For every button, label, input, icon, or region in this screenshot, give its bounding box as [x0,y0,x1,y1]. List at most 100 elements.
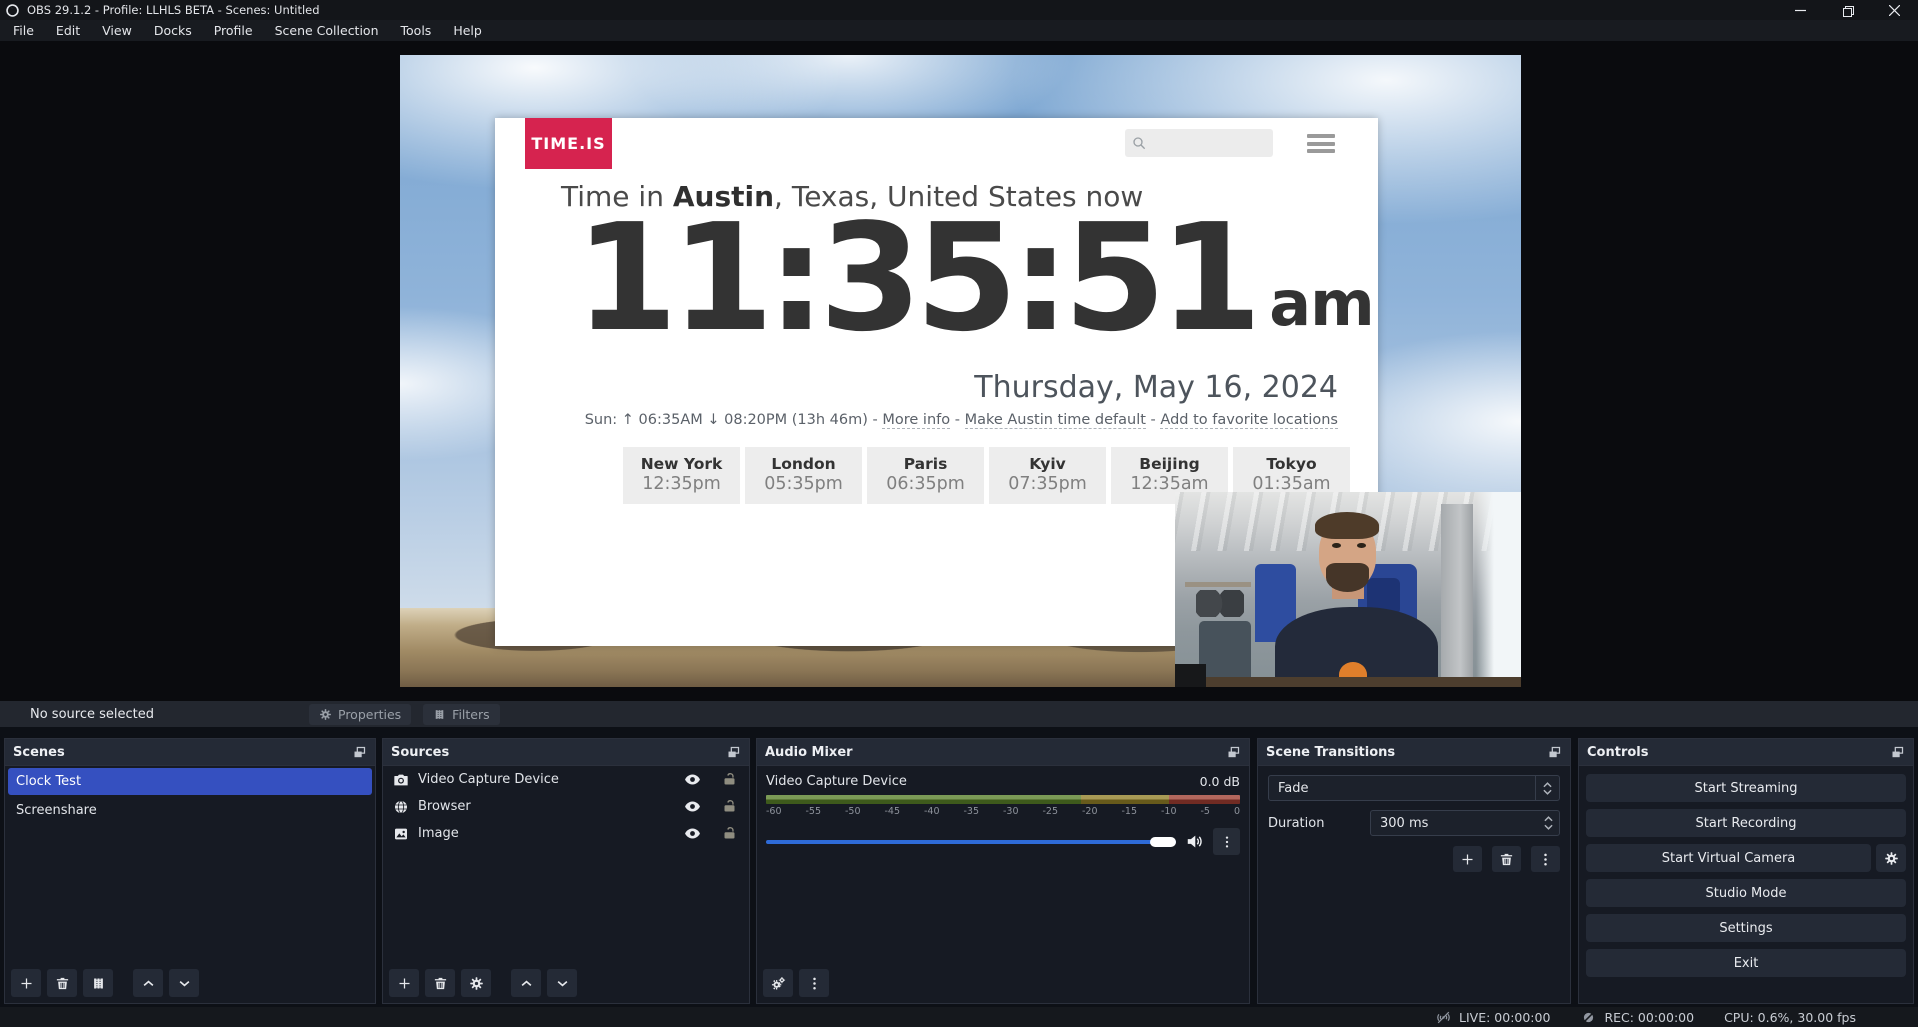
source-row-video-capture[interactable]: Video Capture Device [383,766,749,793]
dock-popout-icon[interactable] [1226,745,1241,760]
mixer-options-button[interactable] [1213,828,1240,855]
eye-icon[interactable] [684,825,701,842]
move-scene-down-button[interactable] [169,969,199,997]
unlocked-padlock-icon[interactable] [722,799,737,814]
dots-vertical-icon [1220,835,1234,849]
move-scene-up-button[interactable] [133,969,163,997]
dock-popout-icon[interactable] [1890,745,1905,760]
magnifier-icon [1131,135,1147,151]
chevron-up-icon [141,976,156,991]
meter-scale: -60-55-50-45-40-35-30-25-20-15-10-50 [766,806,1240,817]
menu-tools[interactable]: Tools [390,20,443,41]
preview-area[interactable]: TIME.IS Time in Austin, Texas, United St… [0,41,1918,701]
webcam-video-overlay [1175,492,1521,687]
start-streaming-button[interactable]: Start Streaming [1586,774,1906,802]
sun-info-line: Sun: ↑ 06:35AM ↓ 08:20PM (13h 46m) - Mor… [585,412,1338,428]
camera-icon [393,772,409,788]
scenes-panel-title: Scenes [13,745,65,760]
scene-item-screenshare[interactable]: Screenshare [8,797,372,824]
remove-transition-button[interactable] [1492,846,1521,872]
clock-meridiem: am [1269,267,1373,340]
digital-clock: 11:35:51 am [575,210,1374,346]
scenes-panel: Scenes Clock Test Screenshare [4,738,376,1004]
restore-button[interactable] [1824,0,1871,20]
eye-icon[interactable] [684,798,701,815]
gear-icon [1884,851,1899,866]
webcam-person [1175,492,1521,687]
image-icon [393,826,409,842]
gear-icon [319,708,332,721]
volume-slider[interactable] [766,840,1176,844]
add-scene-button[interactable] [11,969,41,997]
gears-icon [771,976,786,991]
move-source-down-button[interactable] [547,969,577,997]
restore-icon [1843,6,1852,15]
minimize-button[interactable] [1777,0,1824,20]
title-bar[interactable]: OBS 29.1.2 - Profile: LLHLS BETA - Scene… [0,0,1918,20]
unlocked-padlock-icon[interactable] [722,826,737,841]
sources-panel-title: Sources [391,745,449,760]
dock-popout-icon[interactable] [726,745,741,760]
menu-docks[interactable]: Docks [143,20,203,41]
move-source-up-button[interactable] [511,969,541,997]
menu-profile[interactable]: Profile [203,20,264,41]
start-recording-button[interactable]: Start Recording [1586,809,1906,837]
speaker-icon[interactable] [1185,832,1204,851]
sources-panel: Sources Video Capture Device Browser Ima… [382,738,750,1004]
scene-item-clock-test[interactable]: Clock Test [8,768,372,795]
remove-scene-button[interactable] [47,969,77,997]
properties-button[interactable]: Properties [309,704,411,725]
spinbox-arrows-icon[interactable] [1537,816,1559,830]
transition-select[interactable]: Fade [1268,775,1560,801]
mixer-level-db: 0.0 dB [1200,774,1240,789]
duration-spinbox[interactable]: 300 ms [1370,810,1560,836]
window-controls [1777,0,1918,20]
remove-source-button[interactable] [425,969,455,997]
menu-edit[interactable]: Edit [45,20,91,41]
broadcast-off-icon [1435,1009,1452,1026]
add-transition-button[interactable] [1453,846,1482,872]
dots-vertical-icon [1538,852,1553,867]
add-favorite-link: Add to favorite locations [1160,412,1338,429]
add-source-button[interactable] [389,969,419,997]
dock-popout-icon[interactable] [1547,745,1562,760]
menu-file[interactable]: File [2,20,45,41]
more-info-link: More info [882,412,950,429]
filters-button[interactable]: Filters [423,704,499,725]
studio-mode-button[interactable]: Studio Mode [1586,879,1906,907]
live-status: LIVE: 00:00:00 [1435,1009,1550,1026]
scene-filters-button[interactable] [83,969,113,997]
dock-popout-icon[interactable] [352,745,367,760]
filter-stripes-icon [433,708,446,721]
unlocked-padlock-icon[interactable] [722,772,737,787]
transition-menu-button[interactable] [1531,846,1560,872]
program-canvas[interactable]: TIME.IS Time in Austin, Texas, United St… [400,55,1521,687]
eye-icon[interactable] [684,771,701,788]
chevron-down-icon [177,976,192,991]
start-virtual-camera-button[interactable]: Start Virtual Camera [1586,844,1871,872]
menu-help[interactable]: Help [442,20,493,41]
trash-icon [433,976,448,991]
mixer-menu-button[interactable] [799,969,829,997]
globe-icon [393,799,409,815]
source-properties-button[interactable] [461,969,491,997]
volume-slider-handle[interactable] [1150,837,1176,847]
settings-button[interactable]: Settings [1586,914,1906,942]
menu-bar: File Edit View Docks Profile Scene Colle… [0,20,1918,41]
advanced-audio-button[interactable] [763,969,793,997]
menu-view[interactable]: View [91,20,143,41]
mixer-channel-name: Video Capture Device [766,774,907,789]
source-row-browser[interactable]: Browser [383,793,749,820]
menu-scene-collection[interactable]: Scene Collection [264,20,390,41]
virtual-camera-settings-button[interactable] [1876,844,1906,872]
exit-button[interactable]: Exit [1586,949,1906,977]
search-input [1125,129,1273,157]
plus-icon [19,976,34,991]
source-row-image[interactable]: Image [383,820,749,847]
dots-vertical-icon [807,976,822,991]
gear-icon [469,976,484,991]
status-bar: LIVE: 00:00:00 REC: 00:00:00 CPU: 0.6%, … [0,1007,1918,1027]
close-button[interactable] [1871,0,1918,20]
chevron-up-icon [519,976,534,991]
clock-time: 11:35:51 [575,210,1255,346]
